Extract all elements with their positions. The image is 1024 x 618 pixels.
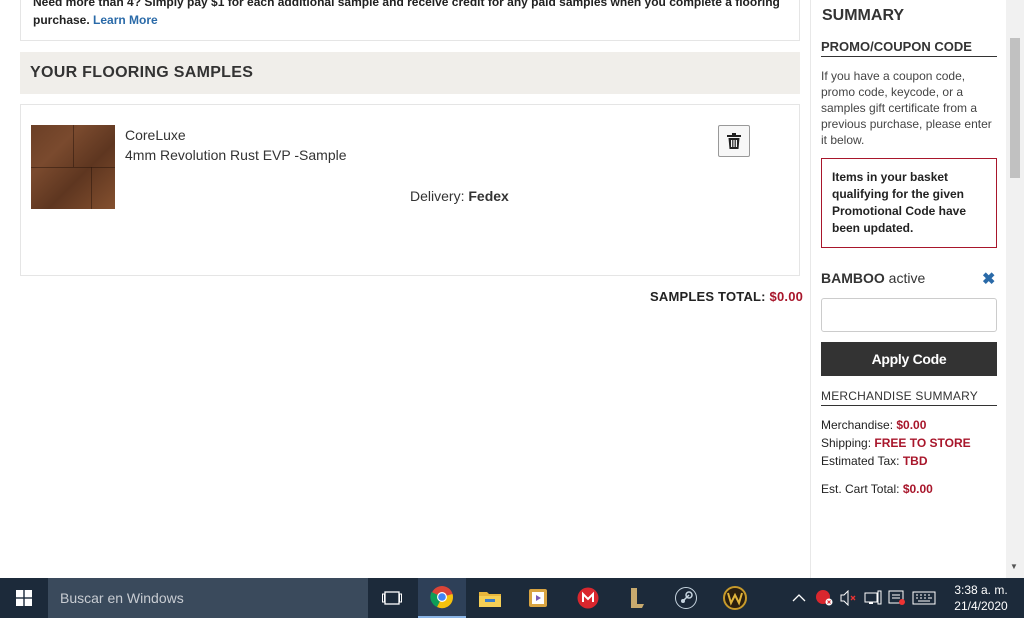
sample-item: CoreLuxe 4mm Revolution Rust EVP -Sample… (20, 104, 800, 276)
file-explorer-icon[interactable] (466, 578, 514, 618)
tray-chevron-up-icon[interactable] (792, 578, 806, 618)
flooring-samples-heading: YOUR FLOORING SAMPLES (20, 52, 800, 94)
promo-heading: PROMO/COUPON CODE (821, 39, 997, 57)
promo-code-input[interactable] (821, 298, 997, 332)
summary-title: SUMMARY (822, 7, 905, 24)
active-label: active (884, 270, 926, 286)
samples-total: SAMPLES TOTAL: $0.00 (650, 289, 803, 304)
cart-total-label: Est. Cart Total: (821, 482, 903, 496)
tax-label: Estimated Tax: (821, 454, 903, 468)
page-scrollbar[interactable]: ▼ (1006, 0, 1024, 578)
shipping-label: Shipping: (821, 436, 875, 450)
learn-more-link[interactable]: Learn More (93, 13, 158, 27)
merchandise-value: $0.00 (896, 418, 927, 432)
mega-tray-icon[interactable] (815, 578, 833, 618)
delivery-label: Delivery: (410, 188, 469, 204)
notice-line-1: Need more than 4? Simply pay $1 for each… (33, 0, 780, 9)
keyboard-icon[interactable] (912, 578, 936, 618)
windows-logo-icon (16, 590, 32, 606)
delivery-info: Delivery: Fedex (410, 188, 509, 204)
product-thumbnail[interactable] (31, 125, 115, 209)
notifications-icon[interactable] (888, 578, 906, 618)
remove-item-button[interactable] (718, 125, 750, 157)
task-view-icon[interactable] (368, 578, 416, 618)
league-of-legends-icon[interactable] (613, 578, 661, 618)
samples-notice: Need more than 4? Simply pay $1 for each… (20, 0, 800, 41)
taskbar-search[interactable]: Buscar en Windows (48, 578, 368, 618)
volume-muted-icon[interactable] (840, 578, 858, 618)
cart-total-line: Est. Cart Total: $0.00 (821, 482, 933, 496)
notice-line-2: purchase. Learn More (33, 12, 158, 28)
promo-alert: Items in your basket qualifying for the … (821, 158, 997, 248)
clock-date: 21/4/2020 (954, 599, 1008, 613)
tax-line: Estimated Tax: TBD (821, 454, 928, 468)
active-code-row: BAMBOO active (821, 270, 997, 286)
promo-instructions: If you have a coupon code, promo code, k… (821, 69, 992, 147)
start-button[interactable] (0, 578, 48, 618)
scrollbar-thumb[interactable] (1010, 38, 1020, 178)
network-icon[interactable] (864, 578, 882, 618)
scroll-down-arrow-icon[interactable]: ▼ (1010, 562, 1018, 571)
shipping-line: Shipping: FREE TO STORE (821, 436, 971, 450)
merchandise-line: Merchandise: $0.00 (821, 418, 926, 432)
shipping-value: FREE TO STORE (874, 436, 971, 450)
cart-total-value: $0.00 (902, 482, 933, 496)
chrome-icon[interactable] (418, 578, 466, 618)
summary-sidebar: SUMMARY PROMO/COUPON CODE If you have a … (810, 0, 1006, 578)
product-brand: CoreLuxe (125, 127, 186, 143)
product-name[interactable]: 4mm Revolution Rust EVP -Sample (125, 147, 347, 163)
steam-icon[interactable] (662, 578, 710, 618)
merchandise-summary-heading: MERCHANDISE SUMMARY (821, 389, 997, 406)
trash-icon (727, 133, 741, 149)
mega-icon[interactable] (564, 578, 612, 618)
clock-time: 3:38 a. m. (954, 583, 1008, 597)
notice-line-2-text: purchase. (33, 13, 94, 27)
samples-total-label: SAMPLES TOTAL: (650, 289, 770, 304)
tax-value: TBD (902, 454, 928, 468)
remove-code-icon[interactable]: ✖ (982, 269, 995, 289)
world-of-warcraft-icon[interactable] (711, 578, 759, 618)
samples-total-value: $0.00 (769, 289, 804, 304)
delivery-value: Fedex (468, 188, 509, 204)
apply-code-button[interactable]: Apply Code (821, 342, 997, 376)
windows-taskbar: Buscar en Windows 3:38 a. m. 21/4/2020 (0, 578, 1024, 618)
merchandise-label: Merchandise: (821, 418, 897, 432)
system-clock[interactable]: 3:38 a. m. 21/4/2020 (952, 582, 1010, 614)
media-player-icon[interactable] (514, 578, 562, 618)
active-code: BAMBOO (821, 270, 885, 286)
